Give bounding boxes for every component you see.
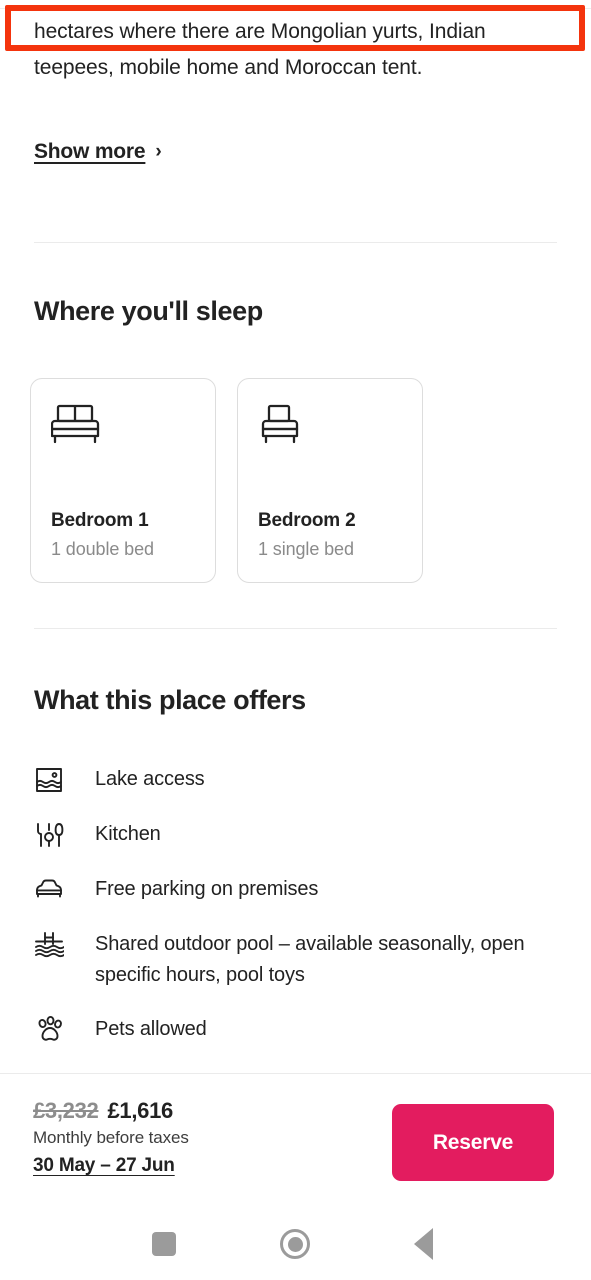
price-row: £3,232 £1,616 (33, 1098, 189, 1124)
amenity-list: Lake access Kitchen Free parking on prem… (34, 764, 559, 1046)
amenity-label: Shared outdoor pool – available seasonal… (95, 933, 525, 986)
card-spacer (51, 453, 195, 510)
app-screen: hectares where there are Mongolian yurts… (0, 0, 591, 1280)
amenity-row: Kitchen (34, 819, 559, 851)
pool-icon (34, 929, 74, 961)
section-divider (34, 628, 557, 629)
bedroom-beds: 1 double bed (51, 539, 154, 559)
home-circle-icon[interactable] (265, 1214, 325, 1274)
date-range-button[interactable]: 30 May – 27 Jun (33, 1155, 175, 1177)
amenity-label: Free parking on premises (95, 878, 319, 900)
section-divider (34, 242, 557, 243)
where-you-sleep-title: Where you'll sleep (34, 296, 263, 326)
back-triangle-icon[interactable] (393, 1214, 453, 1274)
amenity-label: Kitchen (95, 823, 161, 845)
single-bed-icon (258, 401, 402, 447)
home-glyph (280, 1229, 310, 1259)
kitchen-utensils-icon (34, 819, 74, 851)
bedroom-card-list: Bedroom 1 1 double bed Bedroom 2 1 singl… (30, 378, 423, 583)
amenity-row: Shared outdoor pool – available seasonal… (34, 929, 559, 991)
show-more-button[interactable]: Show more › (34, 140, 162, 164)
chevron-right-icon: › (155, 140, 162, 162)
lake-icon (34, 764, 74, 796)
amenity-label: Pets allowed (95, 1018, 207, 1040)
car-icon (34, 874, 74, 906)
card-spacer (258, 453, 402, 510)
android-nav-bar (0, 1208, 591, 1280)
original-price: £3,232 (33, 1098, 99, 1123)
recents-glyph (152, 1232, 176, 1256)
price-block: £3,232 £1,616 Monthly before taxes 30 Ma… (33, 1098, 189, 1177)
what-place-offers-title: What this place offers (34, 685, 306, 715)
show-more-label: Show more (34, 140, 146, 163)
amenity-label: Lake access (95, 768, 205, 790)
discounted-price: £1,616 (107, 1098, 174, 1123)
double-bed-icon (50, 401, 195, 447)
content-top-edge (0, 8, 591, 9)
scrollable-content[interactable]: hectares where there are Mongolian yurts… (0, 0, 591, 1073)
back-glyph (413, 1228, 433, 1260)
bedroom-card-2[interactable]: Bedroom 2 1 single bed (237, 378, 423, 583)
reserve-button[interactable]: Reserve (392, 1104, 554, 1181)
price-note: Monthly before taxes (33, 1128, 189, 1147)
bedroom-beds: 1 single bed (258, 539, 354, 559)
paw-icon (34, 1014, 74, 1046)
bedroom-name: Bedroom 1 (51, 510, 149, 531)
amenity-row: Free parking on premises (34, 874, 559, 906)
bedroom-name: Bedroom 2 (258, 510, 356, 531)
amenity-row: Lake access (34, 764, 559, 796)
booking-bar: £3,232 £1,616 Monthly before taxes 30 Ma… (0, 1073, 591, 1208)
amenity-row: Pets allowed (34, 1014, 559, 1046)
bedroom-card-1[interactable]: Bedroom 1 1 double bed (30, 378, 216, 583)
recents-square-icon[interactable] (134, 1214, 194, 1274)
listing-description: hectares where there are Mongolian yurts… (34, 20, 486, 79)
